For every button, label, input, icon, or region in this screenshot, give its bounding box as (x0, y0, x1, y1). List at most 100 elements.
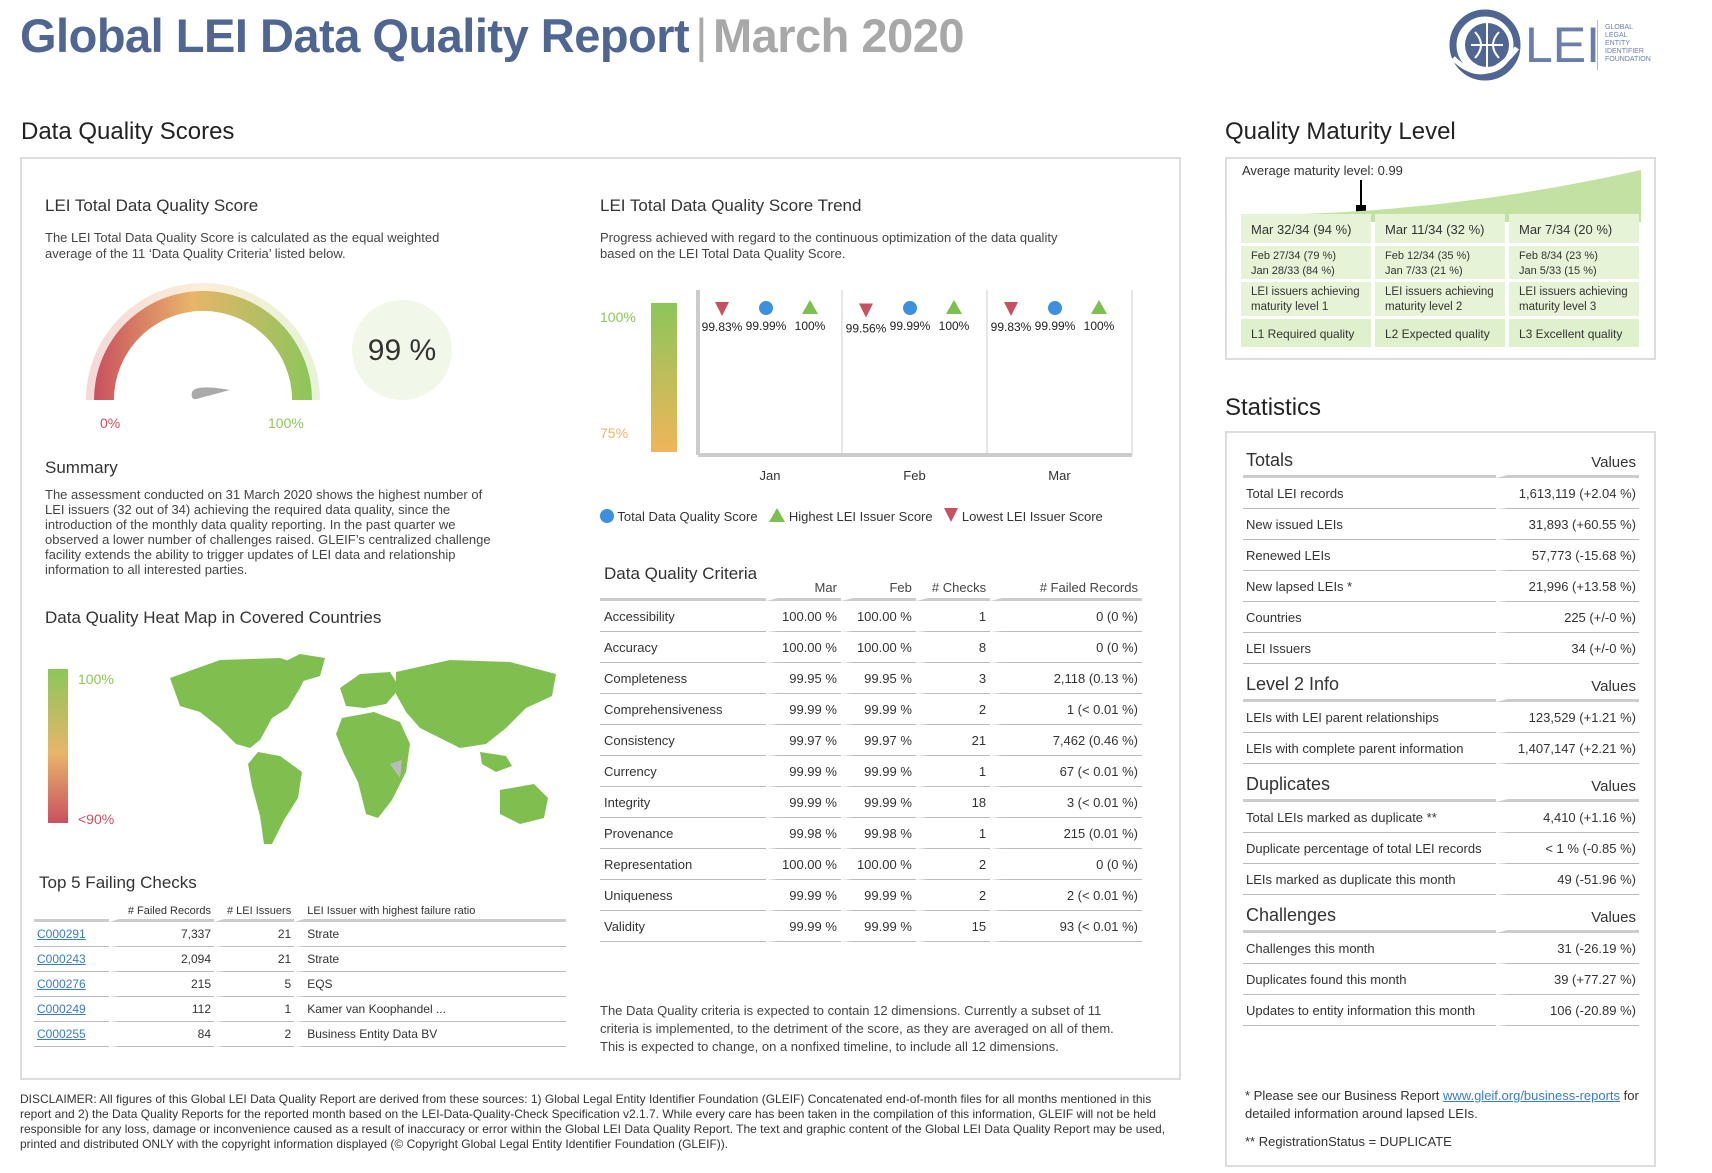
criteria-cell-checks: 2 (915, 849, 991, 880)
criteria-cell-checks: 1 (915, 756, 991, 787)
stats-row: Renewed LEIs 57,773 (-15.68 %) (1243, 540, 1639, 571)
top5-row: C000255 84 2 Business Entity Data BV (34, 1022, 566, 1047)
maturity-label: L2 Expected quality (1375, 319, 1505, 350)
trend-x-label: Feb (903, 468, 925, 483)
criteria-cell-checks: 3 (915, 663, 991, 694)
top5-row: C000249 112 1 Kamer van Koophandel ... (34, 997, 566, 1022)
stats-values-label: Values (1496, 764, 1639, 802)
total-score-value: 99 % (367, 334, 437, 367)
check-link[interactable]: C000255 (34, 1022, 109, 1047)
trend-point-circle (759, 301, 773, 316)
score-gauge (86, 283, 320, 400)
criteria-cell-mar: 99.95 % (766, 663, 841, 694)
stats-footnote-2: ** RegistrationStatus = DUPLICATE (1245, 1134, 1452, 1149)
criteria-row: Representation 100.00 % 100.00 % 2 0 (0 %) (600, 849, 1142, 880)
world-map (170, 654, 556, 844)
stats-row: Countries 225 (+/-0 %) (1243, 602, 1639, 633)
criteria-cell-failed: 0 (0 %) (990, 849, 1142, 880)
report-month: March 2020 (712, 9, 965, 62)
stats-row: New lapsed LEIs * 21,996 (+13.58 %) (1243, 571, 1639, 602)
report-title-main: Global LEI Data Quality Report (20, 9, 690, 62)
criteria-table: Mar Feb # Checks # Failed Records Access… (600, 570, 1142, 942)
legend-triangle-down-icon (944, 508, 959, 522)
gauge-needle-icon (191, 387, 230, 400)
stats-value: 106 (-20.89 %) (1496, 995, 1639, 1026)
check-link[interactable]: C000243 (34, 947, 109, 972)
check-link[interactable]: C000249 (34, 997, 109, 1022)
check-link[interactable]: C000291 (34, 922, 109, 947)
maturity-head: Mar 11/34 (32 %) (1375, 214, 1505, 246)
criteria-cell-checks: 8 (915, 632, 991, 663)
top5-header-issuer: LEI Issuer with highest failure ratio (294, 897, 566, 922)
criteria-cell-feb: 100.00 % (840, 601, 916, 632)
criteria-row: Accessibility 100.00 % 100.00 % 1 0 (0 %) (600, 601, 1142, 632)
criteria-row: Integrity 99.99 % 99.99 % 18 3 (< 0.01 %) (600, 787, 1142, 818)
top5-header-issuers: # LEI Issuers (214, 897, 295, 922)
stats-row: Duplicates found this month 39 (+77.27 %) (1243, 964, 1639, 995)
stats-value: 1,407,147 (+2.21 %) (1496, 733, 1639, 764)
criteria-row: Comprehensiveness 99.99 % 99.99 % 2 1 (< 0.0… (600, 694, 1142, 725)
summary-title: Summary (45, 458, 118, 477)
trend-data-label: 99.56% (846, 321, 887, 335)
stats-key: LEIs with LEI parent relationships (1243, 702, 1497, 733)
stats-group-title: Level 2 Info (1243, 664, 1497, 702)
trend-desc: Progress achieved with regard to the con… (600, 230, 1058, 261)
trend-data-label: 99.83% (991, 320, 1032, 334)
stats-row: LEIs marked as duplicate this month 49 (-… (1243, 864, 1639, 895)
trend-x-label: Jan (760, 468, 781, 483)
stats-value: 21,996 (+13.58 %) (1496, 571, 1639, 602)
criteria-cell-mar: 100.00 % (766, 632, 841, 663)
maturity-desc: LEI issuers achieving maturity level 1 (1241, 282, 1371, 319)
check-link[interactable]: C000276 (34, 972, 109, 997)
globe-logo-icon (1449, 9, 1521, 81)
criteria-cell-failed: 2 (< 0.01 %) (990, 880, 1142, 911)
criteria-cell-name: Consistency (600, 725, 766, 756)
stats-key: New lapsed LEIs * (1243, 571, 1497, 602)
gauge-min-label: 0% (100, 415, 121, 431)
criteria-cell-feb: 99.99 % (840, 911, 916, 942)
stats-table: Totals Values Total LEI records 1,613,119 (… (1243, 440, 1639, 1026)
criteria-cell-feb: 99.95 % (840, 663, 916, 694)
criteria-cell-mar: 99.99 % (766, 694, 841, 725)
stats-group-header: Level 2 Info Values (1243, 664, 1639, 702)
legend-circle-icon (600, 509, 614, 523)
criteria-row: Consistency 99.97 % 99.97 % 21 7,462 (0.46 %… (600, 725, 1142, 756)
stats-value: 49 (-51.96 %) (1496, 864, 1639, 895)
report-title: Global LEI Data Quality Report | March 202… (20, 8, 964, 63)
criteria-cell-feb: 100.00 % (840, 849, 916, 880)
stats-key: Challenges this month (1243, 933, 1497, 964)
criteria-cell-mar: 99.98 % (766, 818, 841, 849)
trend-data-label: 99.83% (702, 320, 743, 334)
stats-key: Updates to entity information this month (1243, 995, 1497, 1026)
criteria-cell-name: Representation (600, 849, 766, 880)
criteria-cell-mar: 100.00 % (766, 849, 841, 880)
criteria-cell-checks: 1 (915, 818, 991, 849)
criteria-cell-failed: 215 (0.01 %) (990, 818, 1142, 849)
stats-group-title: Challenges (1243, 895, 1497, 933)
criteria-cell-mar: 99.99 % (766, 880, 841, 911)
criteria-cell-mar: 99.97 % (766, 725, 841, 756)
stats-row: Total LEIs marked as duplicate ** 4,410 (… (1243, 802, 1639, 833)
trend-legend: Total Data Quality Score Highest LEI Iss… (600, 508, 1103, 524)
criteria-cell-name: Accuracy (600, 632, 766, 663)
criteria-cell-failed: 67 (< 0.01 %) (990, 756, 1142, 787)
criteria-cell-name: Comprehensiveness (600, 694, 766, 725)
criteria-cell-name: Completeness (600, 663, 766, 694)
top5-header-row: # Failed Records # LEI Issuers LEI Issue… (34, 897, 566, 922)
criteria-cell-checks: 21 (915, 725, 991, 756)
criteria-cell-feb: 99.98 % (840, 818, 916, 849)
criteria-cell-checks: 1 (915, 601, 991, 632)
criteria-row: Completeness 99.95 % 99.95 % 3 2,118 (0.13 %… (600, 663, 1142, 694)
stats-row: New issued LEIs 31,893 (+60.55 %) (1243, 509, 1639, 540)
business-report-link[interactable]: www.gleif.org/business-reports (1443, 1088, 1620, 1103)
stats-key: LEIs marked as duplicate this month (1243, 864, 1497, 895)
criteria-cell-mar: 99.99 % (766, 911, 841, 942)
logo-subtitle: GLOBAL LEGAL ENTITY IDENTIFIER FOUNDATION (1605, 24, 1651, 63)
stats-key: Renewed LEIs (1243, 540, 1497, 571)
criteria-cell-feb: 99.99 % (840, 694, 916, 725)
top5-row: C000276 215 5 EQS (34, 972, 566, 997)
maturity-level-1: Mar 32/34 (94 %) Feb 27/34 (79 %) Jan 28/3… (1241, 214, 1371, 350)
stats-row: Updates to entity information this month… (1243, 995, 1639, 1026)
stats-row: Duplicate percentage of total LEI record… (1243, 833, 1639, 864)
stats-values-label: Values (1496, 664, 1639, 702)
